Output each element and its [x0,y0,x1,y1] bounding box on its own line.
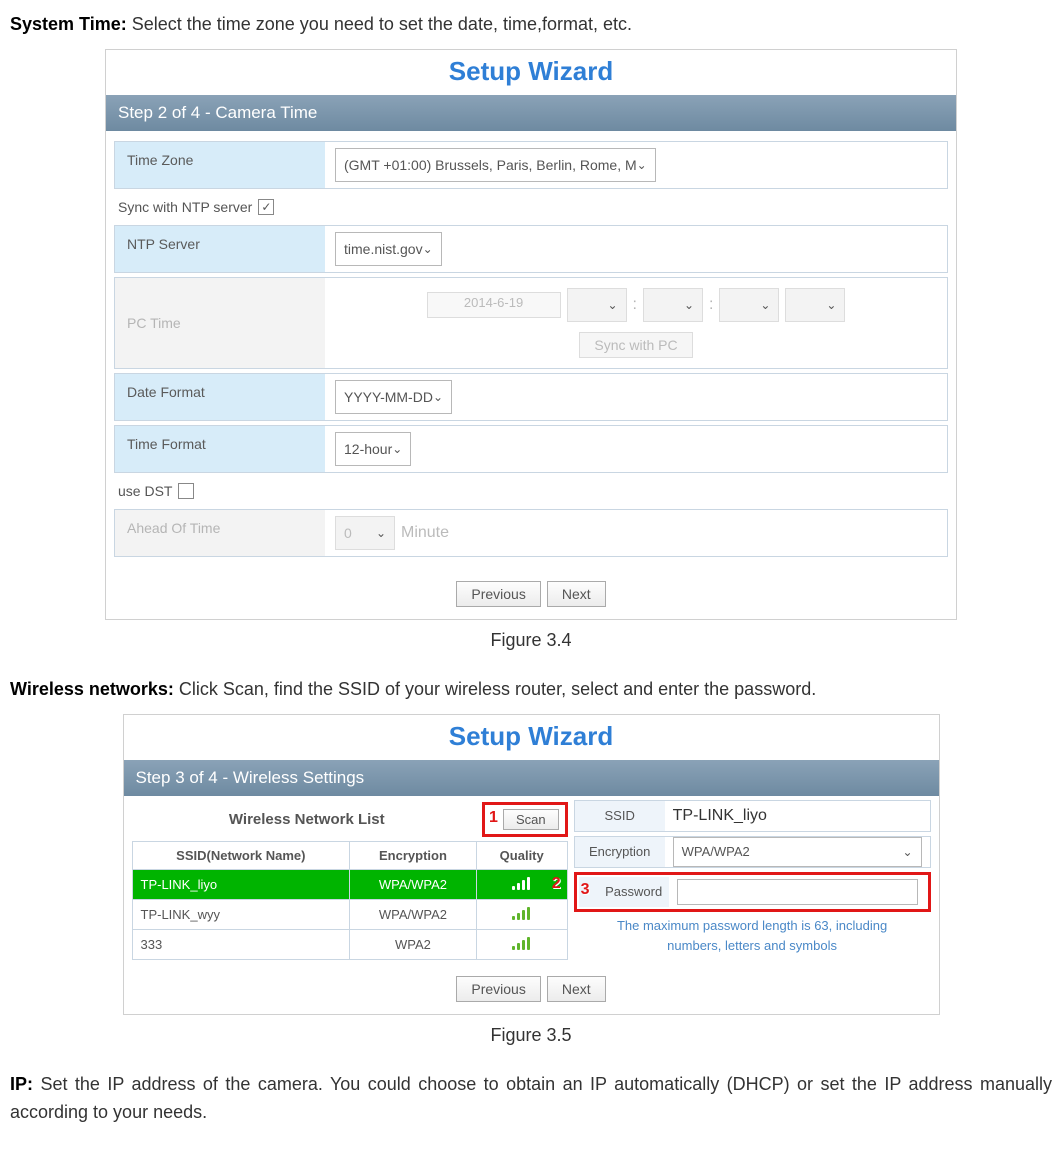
pc-time-hour-select: ⌄ [567,288,627,322]
wnl-title: Wireless Network List [132,811,483,828]
password-hint: The maximum password length is 63, inclu… [574,916,931,958]
time-format-label: Time Format [115,426,325,472]
time-format-value: 12-hour [344,441,392,457]
side-encryption-label: Encryption [575,837,665,867]
next-button[interactable]: Next [547,581,606,607]
pc-time-min-select: ⌄ [643,288,703,322]
date-format-value: YYYY-MM-DD [344,389,433,405]
date-format-label: Date Format [115,374,325,420]
pc-time-label: PC Time [115,278,325,368]
ntp-server-row: NTP Server time.nist.gov ⌄ [114,225,948,273]
previous-button[interactable]: Previous [456,581,540,607]
system-time-label: System Time: [10,14,127,34]
chevron-down-icon: ⌄ [637,158,647,172]
time-zone-value: (GMT +01:00) Brussels, Paris, Berlin, Ro… [344,157,637,173]
next-button[interactable]: Next [547,976,606,1002]
date-format-row: Date Format YYYY-MM-DD ⌄ [114,373,948,421]
wireless-label: Wireless networks: [10,679,174,699]
side-password-label: Password [579,877,669,907]
wizard-title: Setup Wizard [106,50,956,95]
chevron-down-icon: ⌄ [376,526,386,540]
ntp-sync-label: Sync with NTP server [118,199,252,215]
wireless-para: Wireless networks: Click Scan, find the … [10,675,1052,704]
table-row[interactable]: 333 WPA2 [132,929,567,959]
scan-button[interactable]: Scan [503,809,559,830]
ip-para: IP: Set the IP address of the camera. Yo… [10,1070,1052,1128]
ahead-of-time-label: Ahead Of Time [115,510,325,556]
side-ssid-value: TP-LINK_liyo [673,807,767,825]
wizard-footer: Previous Next [124,966,939,1014]
chevron-down-icon: ⌄ [684,298,694,312]
pc-time-row: PC Time 2014-6-19 ⌄: ⌄: ⌄ ⌄ Sync with PC [114,277,948,369]
setup-wizard-camera-time: Setup Wizard Step 2 of 4 - Camera Time T… [105,49,957,620]
chevron-down-icon: ⌄ [392,442,402,456]
wireless-table: SSID(Network Name) Encryption Quality TP… [132,841,568,960]
col-quality: Quality [476,841,567,869]
pc-time-date-input: 2014-6-19 [427,292,561,318]
use-dst-checkbox[interactable] [178,483,194,499]
ntp-server-select[interactable]: time.nist.gov ⌄ [335,232,442,266]
ntp-server-label: NTP Server [115,226,325,272]
side-encryption-row: Encryption WPA/WPA2⌄ [574,836,931,868]
chevron-down-icon: ⌄ [826,298,836,312]
previous-button[interactable]: Previous [456,976,540,1002]
ntp-server-value: time.nist.gov [344,241,423,257]
time-zone-label: Time Zone [115,142,325,188]
time-zone-select[interactable]: (GMT +01:00) Brussels, Paris, Berlin, Ro… [335,148,656,182]
table-row-selected[interactable]: TP-LINK_liyo WPA/WPA2 2 [132,869,567,899]
wizard-footer: Previous Next [106,571,956,619]
chevron-down-icon: ⌄ [423,242,433,256]
marker-1: 1 [489,809,498,827]
sync-with-pc-button: Sync with PC [579,332,692,358]
signal-icon [512,876,532,890]
ahead-value-select: 0⌄ [335,516,395,550]
side-ssid-label: SSID [575,801,665,831]
marker-2: 2 [552,875,561,893]
chevron-down-icon: ⌄ [607,298,617,312]
system-time-para: System Time: Select the time zone you ne… [10,10,1052,39]
figure-3-5-caption: Figure 3.5 [10,1025,1052,1046]
ahead-unit: Minute [401,524,449,542]
time-format-select[interactable]: 12-hour ⌄ [335,432,411,466]
col-encryption: Encryption [350,841,477,869]
wireless-network-list: Wireless Network List 1 Scan SSID(Networ… [132,800,568,960]
ip-text: Set the IP address of the camera. You co… [10,1074,1052,1123]
wizard-title: Setup Wizard [124,715,939,760]
time-zone-row: Time Zone (GMT +01:00) Brussels, Paris, … [114,141,948,189]
col-ssid: SSID(Network Name) [132,841,350,869]
use-dst-label: use DST [118,483,172,499]
wizard-step: Step 2 of 4 - Camera Time [106,95,956,131]
table-row[interactable]: TP-LINK_wyy WPA/WPA2 [132,899,567,929]
use-dst-line: use DST [114,477,948,505]
scan-highlight: 1 Scan [482,802,568,837]
chevron-down-icon: ⌄ [760,298,770,312]
side-password-highlight: 3 Password [574,872,931,912]
ntp-sync-line: Sync with NTP server ✓ [114,193,948,221]
setup-wizard-wireless: Setup Wizard Step 3 of 4 - Wireless Sett… [123,714,940,1015]
chevron-down-icon: ⌄ [433,390,443,404]
side-ssid-row: SSID TP-LINK_liyo [574,800,931,832]
pc-time-ampm-select: ⌄ [785,288,845,322]
time-format-row: Time Format 12-hour ⌄ [114,425,948,473]
ntp-sync-checkbox[interactable]: ✓ [258,199,274,215]
figure-3-4-caption: Figure 3.4 [10,630,1052,651]
signal-icon [512,906,532,920]
marker-3: 3 [581,881,590,899]
wireless-text: Click Scan, find the SSID of your wirele… [174,679,816,699]
side-encryption-select[interactable]: WPA/WPA2⌄ [673,837,922,867]
chevron-down-icon: ⌄ [902,845,912,859]
wireless-side-panel: SSID TP-LINK_liyo Encryption WPA/WPA2⌄ 3… [574,800,931,960]
wizard-step: Step 3 of 4 - Wireless Settings [124,760,939,796]
date-format-select[interactable]: YYYY-MM-DD ⌄ [335,380,452,414]
check-icon: ✓ [261,200,271,214]
ahead-of-time-row: Ahead Of Time 0⌄ Minute [114,509,948,557]
ip-label: IP: [10,1074,33,1094]
signal-icon [512,936,532,950]
password-input[interactable] [677,879,918,905]
pc-time-sec-select: ⌄ [719,288,779,322]
system-time-text: Select the time zone you need to set the… [127,14,632,34]
